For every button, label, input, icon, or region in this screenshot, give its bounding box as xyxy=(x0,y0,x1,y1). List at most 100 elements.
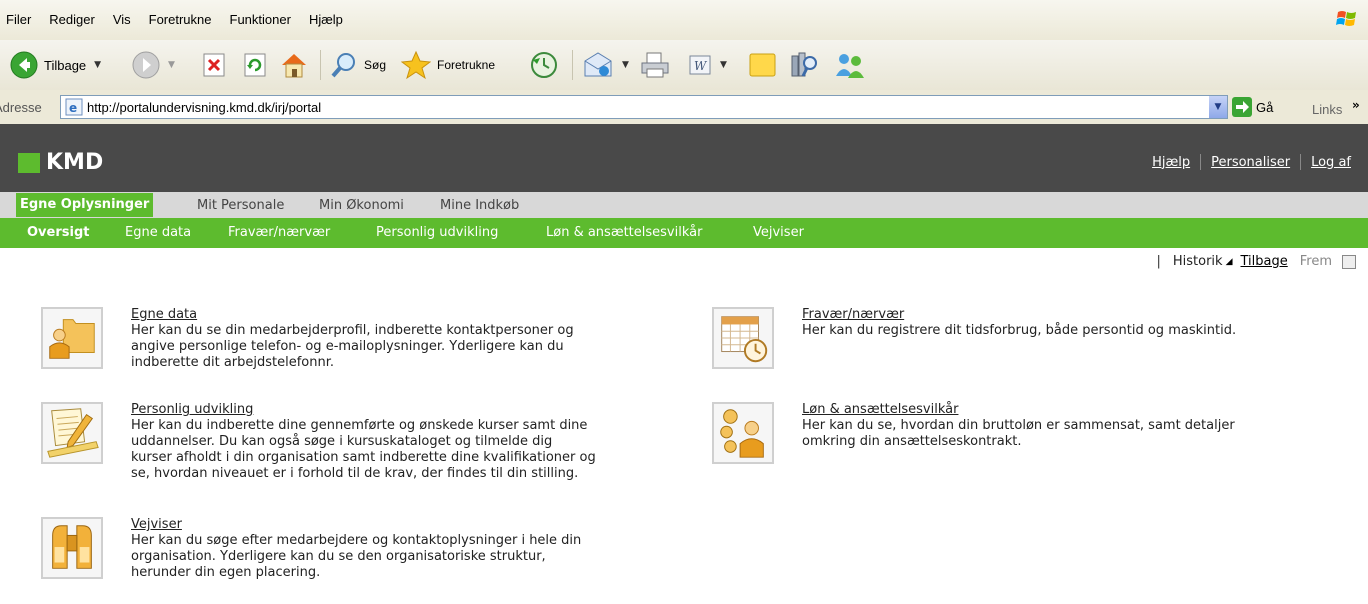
tab-egne-oplysninger[interactable]: Egne Oplysninger xyxy=(16,193,154,217)
address-label: Adresse xyxy=(0,100,42,115)
notes-button[interactable] xyxy=(748,48,778,82)
back-dropdown-icon[interactable]: ▼ xyxy=(94,60,101,70)
subtab-oversigt[interactable]: Oversigt xyxy=(27,225,89,240)
item-text: Løn & ansættelsesvilkår Her kan du se, h… xyxy=(802,402,1235,464)
address-input[interactable]: e http://portalundervisning.kmd.dk/irj/p… xyxy=(60,95,1228,119)
edit-dropdown-icon[interactable]: ▼ xyxy=(720,60,727,70)
toolbar-separator xyxy=(320,50,321,80)
history-back-link[interactable]: Tilbage xyxy=(1241,254,1288,269)
menu-help[interactable]: Hjælp xyxy=(309,12,343,27)
personalize-link[interactable]: Personaliser xyxy=(1211,155,1290,170)
address-url: http://portalundervisning.kmd.dk/irj/por… xyxy=(87,99,322,115)
help-link[interactable]: Hjælp xyxy=(1152,155,1190,170)
list-item-egne-data: Egne data Her kan du se din medarbejderp… xyxy=(41,307,574,371)
history-menu[interactable]: Historik xyxy=(1173,254,1223,269)
binoculars-icon[interactable] xyxy=(41,517,103,579)
subtab-egne-data[interactable]: Egne data xyxy=(125,225,191,240)
note-icon xyxy=(749,53,776,77)
coins-person-icon[interactable] xyxy=(712,402,774,464)
description-line: se, hvordan niveauet er i forhold til de… xyxy=(131,466,579,481)
description-line: Her kan du søge efter medarbejdere og ko… xyxy=(131,533,582,548)
go-button[interactable]: Gå xyxy=(1232,97,1273,117)
browser-toolbar: Tilbage ▼ ▼ Søg Foretrukne ▼ W ▼ xyxy=(0,40,1368,90)
item-description: Her kan du indberette dine gennemførte o… xyxy=(131,418,596,482)
subtab-vejviser[interactable]: Vejviser xyxy=(753,225,804,240)
item-title-link[interactable]: Vejviser xyxy=(131,517,581,533)
divider xyxy=(1300,154,1302,170)
logo-square-icon xyxy=(18,152,40,173)
description-line: uddannelser. Du kan også søge i kursuska… xyxy=(131,434,553,449)
menu-favorites[interactable]: Foretrukne xyxy=(149,12,212,27)
history-button[interactable] xyxy=(529,48,559,82)
back-button[interactable]: Tilbage ▼ xyxy=(10,48,101,82)
notepad-pencil-icon[interactable] xyxy=(41,402,103,464)
tab-mine-indkob[interactable]: Mine Indkøb xyxy=(440,198,519,213)
forward-dropdown-icon[interactable]: ▼ xyxy=(168,60,175,70)
portal-header: KMD Hjælp Personaliser Log af xyxy=(0,124,1368,192)
address-bar: Adresse e http://portalundervisning.kmd.… xyxy=(0,90,1368,125)
item-text: Fravær/nærvær Her kan du registrere dit … xyxy=(802,307,1236,369)
forward-button[interactable]: ▼ xyxy=(132,48,175,82)
item-description: Her kan du se, hvordan din bruttoløn er … xyxy=(802,418,1235,450)
subtab-fravaer[interactable]: Fravær/nærvær xyxy=(228,225,330,240)
toolbar-separator xyxy=(572,50,573,80)
description-line: Her kan du registrere dit tidsforbrug, b… xyxy=(802,323,1237,338)
menu-view[interactable]: Vis xyxy=(113,12,131,27)
tab-mit-personale[interactable]: Mit Personale xyxy=(197,198,284,213)
windows-logo-icon xyxy=(1336,11,1356,26)
list-item-lon: Løn & ansættelsesvilkår Her kan du se, h… xyxy=(712,402,1235,464)
item-text: Personlig udvikling Her kan du indberett… xyxy=(131,402,596,482)
kmd-logo[interactable]: KMD xyxy=(18,150,103,175)
mail-dropdown-icon[interactable]: ▼ xyxy=(622,60,629,70)
go-arrow-icon xyxy=(1232,97,1252,117)
person-folder-icon[interactable] xyxy=(41,307,103,369)
search-icon xyxy=(331,53,355,78)
item-text: Egne data Her kan du se din medarbejderp… xyxy=(131,307,574,371)
print-button[interactable] xyxy=(639,48,671,82)
description-line: Her kan du indberette dine gennemførte o… xyxy=(131,418,588,433)
back-label: Tilbage xyxy=(44,57,87,73)
messenger-button[interactable] xyxy=(833,48,867,82)
address-dropdown-icon[interactable]: ▼ xyxy=(1209,96,1227,118)
divider xyxy=(1200,154,1202,170)
item-title-link[interactable]: Fravær/nærvær xyxy=(802,307,1236,323)
history-forward-link[interactable]: Frem xyxy=(1300,254,1332,269)
subtab-personlig-udvikling[interactable]: Personlig udvikling xyxy=(376,225,498,240)
header-links: Hjælp Personaliser Log af xyxy=(1152,154,1351,170)
description-line: organisation. Yderligere kan du se den o… xyxy=(131,549,546,564)
search-label: Søg xyxy=(364,58,387,72)
description-line: kurser afholdt i din organisation samt i… xyxy=(131,450,596,465)
menu-file[interactable]: Filer xyxy=(6,12,31,27)
item-title-link[interactable]: Løn & ansættelsesvilkår xyxy=(802,402,1235,418)
stop-button[interactable] xyxy=(203,48,227,82)
tab-min-okonomi[interactable]: Min Økonomi xyxy=(319,198,404,213)
item-title-link[interactable]: Egne data xyxy=(131,307,574,323)
calendar-clock-icon[interactable] xyxy=(712,307,774,369)
chevron-right-icon[interactable]: » xyxy=(1352,98,1360,112)
edit-button[interactable]: W ▼ xyxy=(688,48,727,82)
word-icon: W xyxy=(689,55,711,75)
subtab-lon[interactable]: Løn & ansættelsesvilkår xyxy=(546,225,702,240)
refresh-button[interactable] xyxy=(244,48,268,82)
list-item-vejviser: Vejviser Her kan du søge efter medarbejd… xyxy=(41,517,581,581)
search-button[interactable]: Søg xyxy=(330,48,386,82)
printer-icon xyxy=(641,52,669,78)
logo-text: KMD xyxy=(46,150,104,175)
item-description: Her kan du søge efter medarbejdere og ko… xyxy=(131,533,581,581)
refresh-icon xyxy=(244,53,266,77)
stop-icon xyxy=(203,53,225,77)
favorites-button[interactable]: Foretrukne xyxy=(401,48,495,82)
home-button[interactable] xyxy=(279,48,309,82)
research-button[interactable] xyxy=(789,48,819,82)
menu-edit[interactable]: Rediger xyxy=(49,12,95,27)
menu-tools[interactable]: Funktioner xyxy=(230,12,291,27)
mail-button[interactable]: ▼ xyxy=(582,48,629,82)
page-menu-icon[interactable] xyxy=(1342,254,1356,269)
item-text: Vejviser Her kan du søge efter medarbejd… xyxy=(131,517,581,581)
item-title-link[interactable]: Personlig udvikling xyxy=(131,402,596,418)
logoff-link[interactable]: Log af xyxy=(1311,155,1351,170)
dropdown-triangle-icon[interactable]: ◢ xyxy=(1226,257,1233,267)
favorites-label: Foretrukne xyxy=(437,58,496,72)
history-nav: | Historik ◢ Tilbage Frem xyxy=(1156,254,1356,269)
links-label[interactable]: Links xyxy=(1312,102,1342,117)
